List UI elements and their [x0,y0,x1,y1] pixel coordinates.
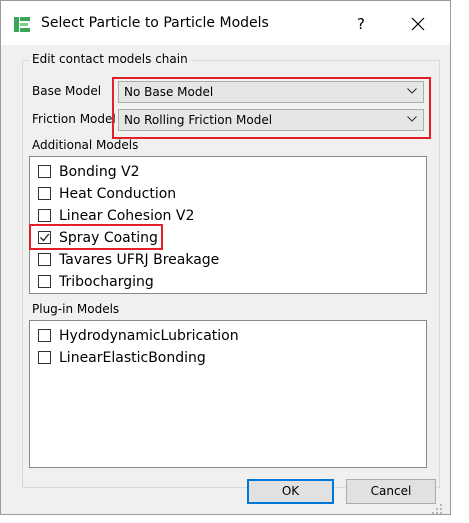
checkbox[interactable] [38,351,51,364]
group-title: Edit contact models chain [30,52,190,66]
help-button[interactable]: ? [338,8,384,40]
checkbox[interactable] [38,329,51,342]
checkbox[interactable] [38,275,51,288]
additional-models-label: Additional Models [32,138,139,152]
highlight-box-spray-coating [29,224,163,250]
app-icon [14,17,30,32]
plugin-models-label: Plug-in Models [32,302,120,316]
close-button[interactable] [395,8,441,40]
checkbox[interactable] [38,187,51,200]
ok-button[interactable]: OK [247,479,334,504]
checkbox[interactable] [38,253,51,266]
resize-grip-icon[interactable] [431,503,443,515]
plugin-models-list[interactable]: HydrodynamicLubrication LinearElasticBon… [29,320,427,468]
checkbox[interactable] [38,165,51,178]
window-title: Select Particle to Particle Models [41,15,269,31]
title-bar[interactable]: Select Particle to Particle Models ? [1,1,450,45]
highlight-box-models [112,77,431,139]
checkbox[interactable] [38,209,51,222]
friction-model-label: Friction Model [32,112,116,126]
base-model-label: Base Model [32,84,102,98]
close-icon [411,17,425,31]
cancel-button[interactable]: Cancel [346,479,436,504]
